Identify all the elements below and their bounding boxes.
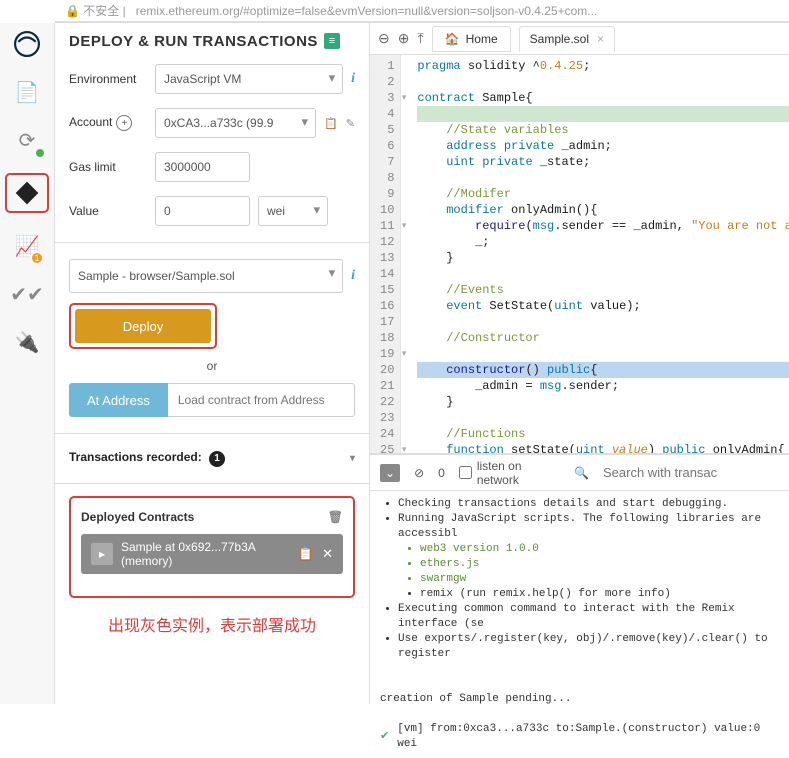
close-tab-icon[interactable]: × (597, 32, 604, 46)
contract-name: Sample at 0x692...77b3A (memory) (121, 540, 290, 568)
code-editor: ⊖ ⊕ ⤒ 🏠Home Sample.sol× 123▾4567891011▾1… (370, 23, 789, 454)
icon-sidebar: 📄 ⟳ 📈1 ✔✔ 🔌 (0, 23, 55, 704)
unit-select[interactable]: wei (258, 196, 328, 226)
environment-select[interactable]: JavaScript VM (155, 64, 343, 94)
copy-icon[interactable]: 📋 (324, 117, 338, 130)
expand-contract-icon[interactable]: ▸ (91, 543, 113, 565)
deploy-run-icon[interactable] (5, 173, 49, 213)
file-tab[interactable]: Sample.sol× (519, 26, 615, 52)
deployed-label: Deployed Contracts (81, 510, 194, 524)
deploy-button[interactable]: Deploy (75, 309, 211, 343)
debugger-icon[interactable]: ✔✔ (12, 279, 42, 309)
info-icon[interactable]: i (351, 268, 355, 284)
home-icon: 🏠 (445, 32, 460, 46)
copy-icon[interactable]: 📋 (298, 546, 314, 562)
upload-icon[interactable]: ⤒ (417, 30, 423, 47)
zoom-in-icon[interactable]: ⊕ (398, 30, 410, 47)
panel-title: DEPLOY & RUN TRANSACTIONS (69, 33, 318, 50)
or-text: or (69, 359, 355, 373)
analysis-icon[interactable]: 📈1 (12, 231, 42, 261)
plugin-icon[interactable]: 🔌 (12, 327, 42, 357)
zoom-out-icon[interactable]: ⊖ (378, 30, 390, 47)
search-icon[interactable]: 🔍 (574, 466, 589, 480)
terminal-output[interactable]: Checking transactions details and start … (370, 491, 789, 758)
value-label: Value (69, 204, 147, 218)
file-explorer-icon[interactable]: 📄 (12, 77, 42, 107)
terminal-panel: ⌄ ⊘ 0 listen on network 🔍 Checking trans… (370, 454, 789, 704)
gas-limit-label: Gas limit (69, 160, 147, 174)
account-select[interactable]: 0xCA3...a733c (99.9 (155, 108, 316, 138)
home-tab[interactable]: 🏠Home (432, 26, 511, 52)
gas-limit-input[interactable] (155, 152, 250, 182)
account-label: Account+ (69, 115, 147, 132)
terminal-search-input[interactable] (603, 465, 779, 480)
edit-icon[interactable]: ✎ (346, 117, 355, 130)
at-address-input[interactable] (168, 383, 355, 417)
line-gutter: 123▾4567891011▾1213141516171819▾20212223… (370, 55, 401, 453)
listen-toggle[interactable]: listen on network (459, 459, 560, 487)
source-code[interactable]: pragma solidity ^0.4.25;contract Sample{… (401, 55, 789, 453)
close-icon[interactable]: ✕ (322, 546, 333, 562)
caption-text: 出现灰色实例，表示部署成功 (69, 612, 355, 636)
info-icon[interactable]: i (351, 71, 355, 87)
trx-count-badge: 1 (209, 451, 225, 467)
add-account-icon[interactable]: + (116, 115, 132, 131)
compile-icon[interactable]: ⟳ (12, 125, 42, 155)
deployed-contract-row: ▸ Sample at 0x692...77b3A (memory) 📋 ✕ (81, 534, 343, 574)
deploy-panel: DEPLOY & RUN TRANSACTIONS ≡ Environment J… (55, 23, 370, 704)
block-icon[interactable]: ⊘ (414, 466, 424, 480)
panel-badge-icon: ≡ (324, 33, 340, 49)
chevron-down-icon[interactable]: ▾ (350, 453, 355, 464)
at-address-button[interactable]: At Address (69, 383, 168, 417)
contract-select[interactable]: Sample - browser/Sample.sol (69, 259, 343, 293)
transactions-row[interactable]: Transactions recorded: 1 ▾ (69, 450, 355, 467)
environment-label: Environment (69, 72, 147, 86)
value-input[interactable] (155, 196, 250, 226)
address-bar: 🔒 不安全 | remix.ethereum.org/#optimize=fal… (55, 0, 789, 23)
trash-icon[interactable]: 🗑 (328, 510, 343, 524)
pending-count: 0 (438, 466, 445, 480)
collapse-icon[interactable]: ⌄ (380, 464, 400, 482)
logo-icon[interactable] (12, 29, 42, 59)
